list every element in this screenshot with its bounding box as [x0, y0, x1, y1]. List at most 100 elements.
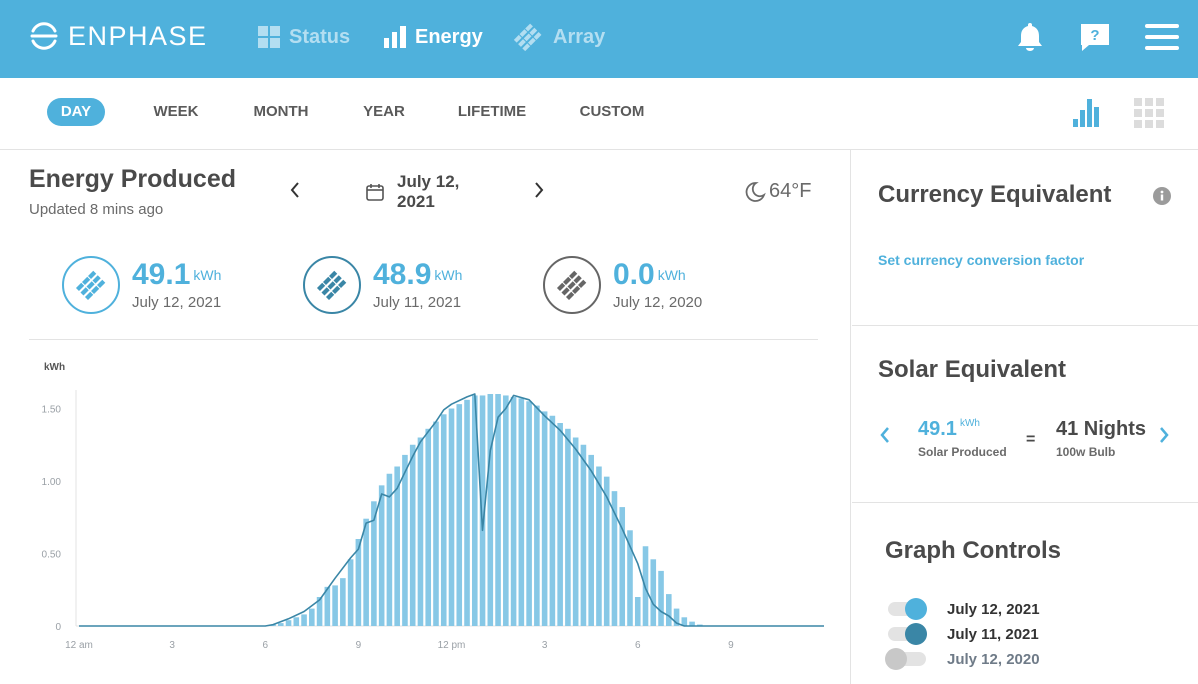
chart-bar[interactable]: [402, 454, 408, 626]
previous-date-button[interactable]: [288, 180, 302, 206]
chart-bar[interactable]: [417, 437, 424, 627]
toggle-yesterday-label: July 11, 2021: [947, 626, 1039, 643]
solar-produced-unit: kWh: [959, 418, 980, 429]
chart-bar[interactable]: [572, 437, 579, 627]
chart-view-button[interactable]: [1073, 96, 1103, 133]
chart-bar[interactable]: [603, 476, 610, 626]
chart-bar[interactable]: [580, 444, 587, 626]
period-lifetime[interactable]: LIFETIME: [451, 98, 533, 126]
stat-last-year-date: July 12, 2020: [613, 294, 703, 311]
nav-array[interactable]: Array: [512, 22, 605, 52]
chart-bar[interactable]: [433, 421, 439, 626]
chart-bar[interactable]: [347, 559, 354, 626]
chart-bar[interactable]: [293, 617, 300, 626]
chart-bar[interactable]: [596, 466, 602, 627]
toggle-knob: [905, 623, 927, 645]
period-custom[interactable]: CUSTOM: [573, 98, 651, 126]
period-year[interactable]: YEAR: [356, 98, 412, 126]
solar-array-icon: [556, 270, 587, 300]
chart-bar[interactable]: [526, 401, 532, 626]
chart-bar[interactable]: [285, 620, 292, 626]
chart-bar[interactable]: [456, 404, 463, 626]
stat-yesterday-value: 48.9: [373, 258, 432, 291]
chart-bar[interactable]: [448, 408, 455, 627]
energy-chart[interactable]: kWh 0 0.50 1.00 1.50 12 am 3 6 9 12 pm 3 6 9: [0, 340, 851, 684]
solar-equivalent-prev-button[interactable]: [878, 425, 892, 451]
nav-energy[interactable]: Energy: [384, 22, 483, 52]
chart-bar[interactable]: [650, 559, 657, 626]
solar-equivalent-card: Solar Equivalent 49.1 kWh Solar Produced …: [852, 326, 1198, 503]
y-tick-label: 1.00: [42, 477, 62, 488]
chart-bar[interactable]: [534, 405, 540, 626]
date-picker-button[interactable]: [365, 182, 385, 207]
chart-bar[interactable]: [541, 411, 548, 626]
chart-bar[interactable]: [666, 594, 672, 626]
chart-bar[interactable]: [378, 485, 385, 626]
energy-produced-panel: Energy Produced Updated 8 mins ago July …: [0, 150, 851, 684]
main-menu-button[interactable]: [1144, 19, 1180, 55]
chart-bar[interactable]: [340, 578, 346, 626]
notifications-button[interactable]: [1012, 19, 1048, 55]
toggle-last-year[interactable]: [885, 648, 926, 670]
top-navigation-bar: ENPHASE Status Energy Array ?: [0, 0, 1198, 78]
currency-title: Currency Equivalent: [878, 181, 1112, 208]
period-day[interactable]: DAY: [47, 98, 105, 126]
chart-bar[interactable]: [301, 614, 307, 626]
chart-bar[interactable]: [634, 597, 641, 626]
bar-chart-icon: [384, 26, 406, 48]
solar-produced: 49.1 kWh Solar Produced: [918, 418, 1007, 459]
grid-view-button[interactable]: [1134, 96, 1166, 133]
updated-timestamp: Updated 8 mins ago: [29, 201, 164, 218]
chart-bar[interactable]: [518, 398, 525, 626]
chart-bar[interactable]: [309, 608, 315, 626]
toggle-last-year-label: July 12, 2020: [947, 651, 1040, 668]
toggle-yesterday[interactable]: [888, 623, 927, 645]
help-button[interactable]: ?: [1077, 19, 1113, 55]
stat-last-year-badge: [543, 256, 601, 314]
moon-icon: [745, 181, 766, 202]
period-month[interactable]: MONTH: [245, 98, 317, 126]
toggle-knob: [905, 598, 927, 620]
equals-sign: =: [1026, 431, 1036, 448]
x-tick-label: 3: [169, 640, 175, 651]
chevron-right-icon: [1160, 427, 1169, 443]
toggle-today[interactable]: [888, 598, 927, 620]
next-date-button[interactable]: [532, 180, 546, 206]
set-currency-link[interactable]: Set currency conversion factor: [878, 252, 1084, 268]
stat-yesterday[interactable]: 48.9 kWh July 11, 2021: [303, 256, 462, 314]
chart-bar[interactable]: [440, 414, 447, 626]
equivalent-result-label: 100w Bulb: [1056, 445, 1116, 459]
chart-bar[interactable]: [409, 444, 416, 626]
stat-today[interactable]: 49.1 kWh July 12, 2021: [62, 256, 221, 314]
chart-bar[interactable]: [510, 396, 517, 626]
chart-bar[interactable]: [549, 415, 556, 626]
grid-icon: [258, 26, 280, 48]
solar-array-icon: [75, 270, 106, 300]
chart-bar[interactable]: [363, 518, 369, 626]
chart-bar[interactable]: [487, 394, 494, 626]
chart-bar[interactable]: [565, 428, 571, 626]
chart-bar[interactable]: [332, 585, 338, 626]
stat-last-year[interactable]: 0.0 kWh July 12, 2020: [543, 256, 702, 314]
chart-bar[interactable]: [425, 428, 432, 626]
chart-bar[interactable]: [464, 399, 470, 626]
toggle-today-label: July 12, 2021: [947, 601, 1040, 618]
stat-today-date: July 12, 2021: [132, 294, 222, 311]
nav-status[interactable]: Status: [258, 22, 350, 52]
enphase-logo[interactable]: ENPHASE: [28, 20, 208, 52]
selected-date[interactable]: July 12, 2021: [397, 172, 477, 212]
solar-produced-value: 49.1: [918, 418, 957, 440]
y-tick-label: 0.50: [42, 550, 62, 561]
x-tick-label: 3: [542, 640, 548, 651]
chart-bar[interactable]: [588, 454, 594, 626]
y-tick-label: 0: [55, 622, 61, 633]
chart-bar[interactable]: [557, 423, 563, 626]
currency-equivalent-card: Currency Equivalent Set currency convers…: [852, 150, 1198, 326]
chart-bar[interactable]: [658, 570, 664, 626]
info-button[interactable]: [1153, 187, 1171, 210]
x-tick-label: 6: [635, 640, 641, 651]
solar-equivalent-next-button[interactable]: [1157, 425, 1171, 451]
period-week[interactable]: WEEK: [146, 98, 206, 126]
chart-bar[interactable]: [277, 623, 284, 626]
chart-bar[interactable]: [503, 395, 509, 626]
